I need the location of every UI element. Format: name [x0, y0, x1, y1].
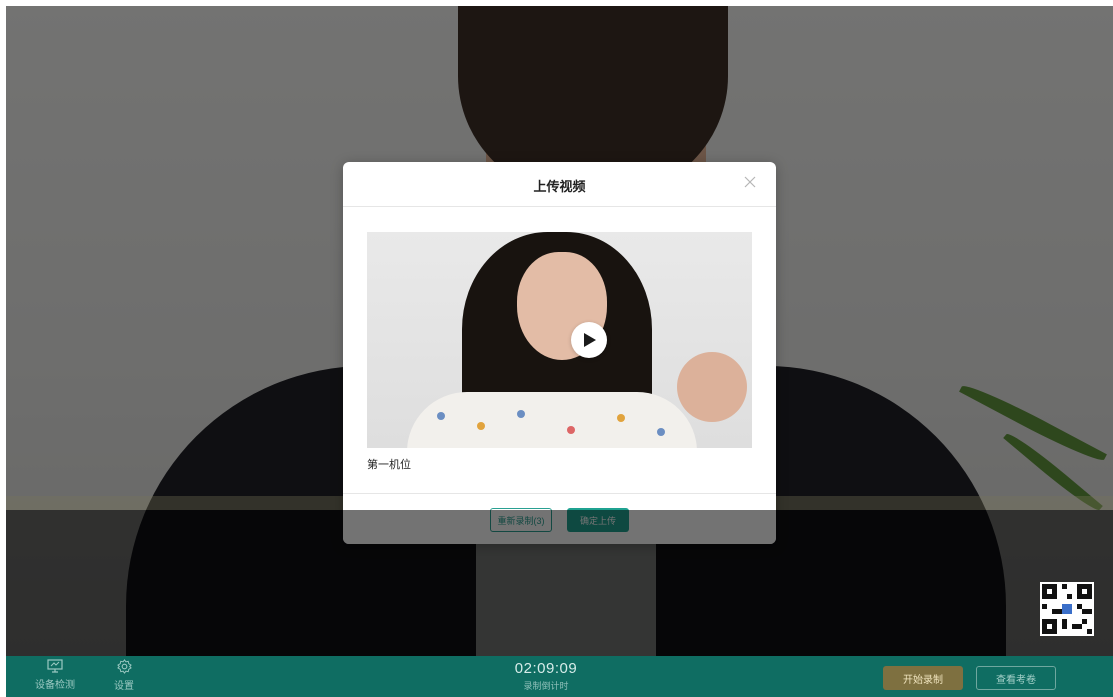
- dialog-header: 上传视频: [343, 162, 776, 207]
- device-check-button[interactable]: 设备检测: [25, 659, 85, 691]
- device-check-label: 设备检测: [35, 680, 75, 691]
- countdown-label: 录制倒计时: [523, 681, 569, 691]
- rerecord-button[interactable]: 重新录制(3): [490, 508, 552, 532]
- video-preview[interactable]: [367, 232, 752, 448]
- upload-video-dialog: 上传视频 第一机位 重新录制(3) 确定上传: [343, 162, 776, 544]
- camera-position-label: 第一机位: [367, 459, 411, 471]
- start-recording-button[interactable]: 开始录制: [883, 666, 963, 690]
- monitor-icon: [47, 659, 63, 673]
- countdown-time: 02:09:09: [514, 660, 578, 677]
- qr-code-icon: [1040, 582, 1094, 636]
- play-icon: [584, 333, 596, 347]
- dialog-title: 上传视频: [533, 179, 586, 194]
- settings-button[interactable]: 设置: [94, 659, 154, 692]
- close-icon[interactable]: [742, 174, 758, 190]
- dialog-footer: 重新录制(3) 确定上传: [343, 493, 776, 544]
- settings-label: 设置: [114, 681, 134, 692]
- bottom-toolbar: 设备检测 设置 02:09:09 录制倒计时 开始录制 查看考卷: [6, 656, 1113, 697]
- preview-shirt: [407, 392, 697, 448]
- recording-countdown: 02:09:09 录制倒计时: [476, 660, 616, 692]
- gear-icon: [116, 659, 132, 674]
- view-exam-button[interactable]: 查看考卷: [976, 666, 1056, 690]
- confirm-upload-button[interactable]: 确定上传: [567, 508, 629, 532]
- play-button[interactable]: [571, 322, 607, 358]
- preview-hand: [677, 352, 747, 422]
